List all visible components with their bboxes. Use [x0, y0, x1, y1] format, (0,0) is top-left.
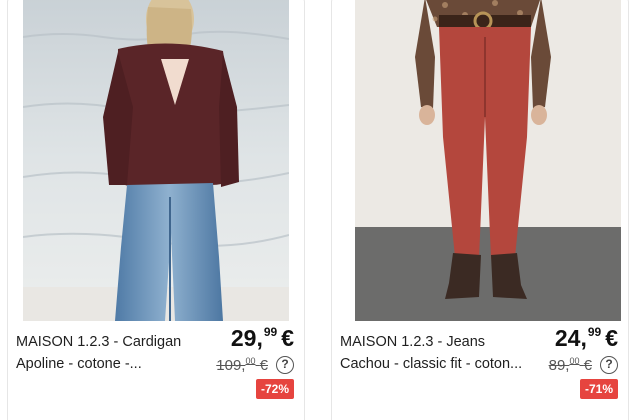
- price-currency: €: [281, 325, 294, 351]
- original-price: 89,00 €: [549, 356, 592, 374]
- product-card-cardigan[interactable]: MAISON 1.2.3 - Cardigan Apoline - cotone…: [7, 0, 305, 420]
- product-card-jeans[interactable]: MAISON 1.2.3 - Jeans Cachou - classic fi…: [331, 0, 629, 420]
- product-title-line2[interactable]: Cachou - classic fit - coton...: [340, 353, 526, 375]
- product-title-line1[interactable]: MAISON 1.2.3 - Cardigan: [16, 331, 181, 353]
- old-price-main: 89,: [548, 357, 570, 374]
- product-image-cardigan[interactable]: [23, 0, 289, 321]
- price-cents: 99: [263, 325, 278, 339]
- old-price-cents: 00: [245, 356, 256, 366]
- old-price-currency: €: [583, 357, 592, 374]
- old-price-currency: €: [259, 357, 268, 374]
- product-title-line1[interactable]: MAISON 1.2.3 - Jeans: [340, 331, 485, 353]
- old-price-cents: 00: [569, 356, 580, 366]
- price-info-icon[interactable]: ?: [276, 356, 294, 374]
- price-currency: €: [605, 325, 618, 351]
- original-price: 109,00 €: [216, 356, 268, 374]
- jeans-photo-icon: [355, 0, 621, 321]
- price-info-icon[interactable]: ?: [600, 356, 618, 374]
- current-price: 29,99 €: [231, 325, 294, 352]
- product-title-line2[interactable]: Apoline - cotone -...: [16, 353, 202, 375]
- discount-badge: -71%: [579, 379, 618, 399]
- product-image-jeans[interactable]: [355, 0, 621, 321]
- current-price: 24,99 €: [555, 325, 618, 352]
- price-main: 24,: [554, 325, 587, 351]
- price-cents: 99: [587, 325, 602, 339]
- cardigan-photo-icon: [23, 0, 289, 321]
- old-price-main: 109,: [216, 357, 246, 374]
- price-main: 29,: [230, 325, 263, 351]
- discount-badge: -72%: [255, 379, 294, 399]
